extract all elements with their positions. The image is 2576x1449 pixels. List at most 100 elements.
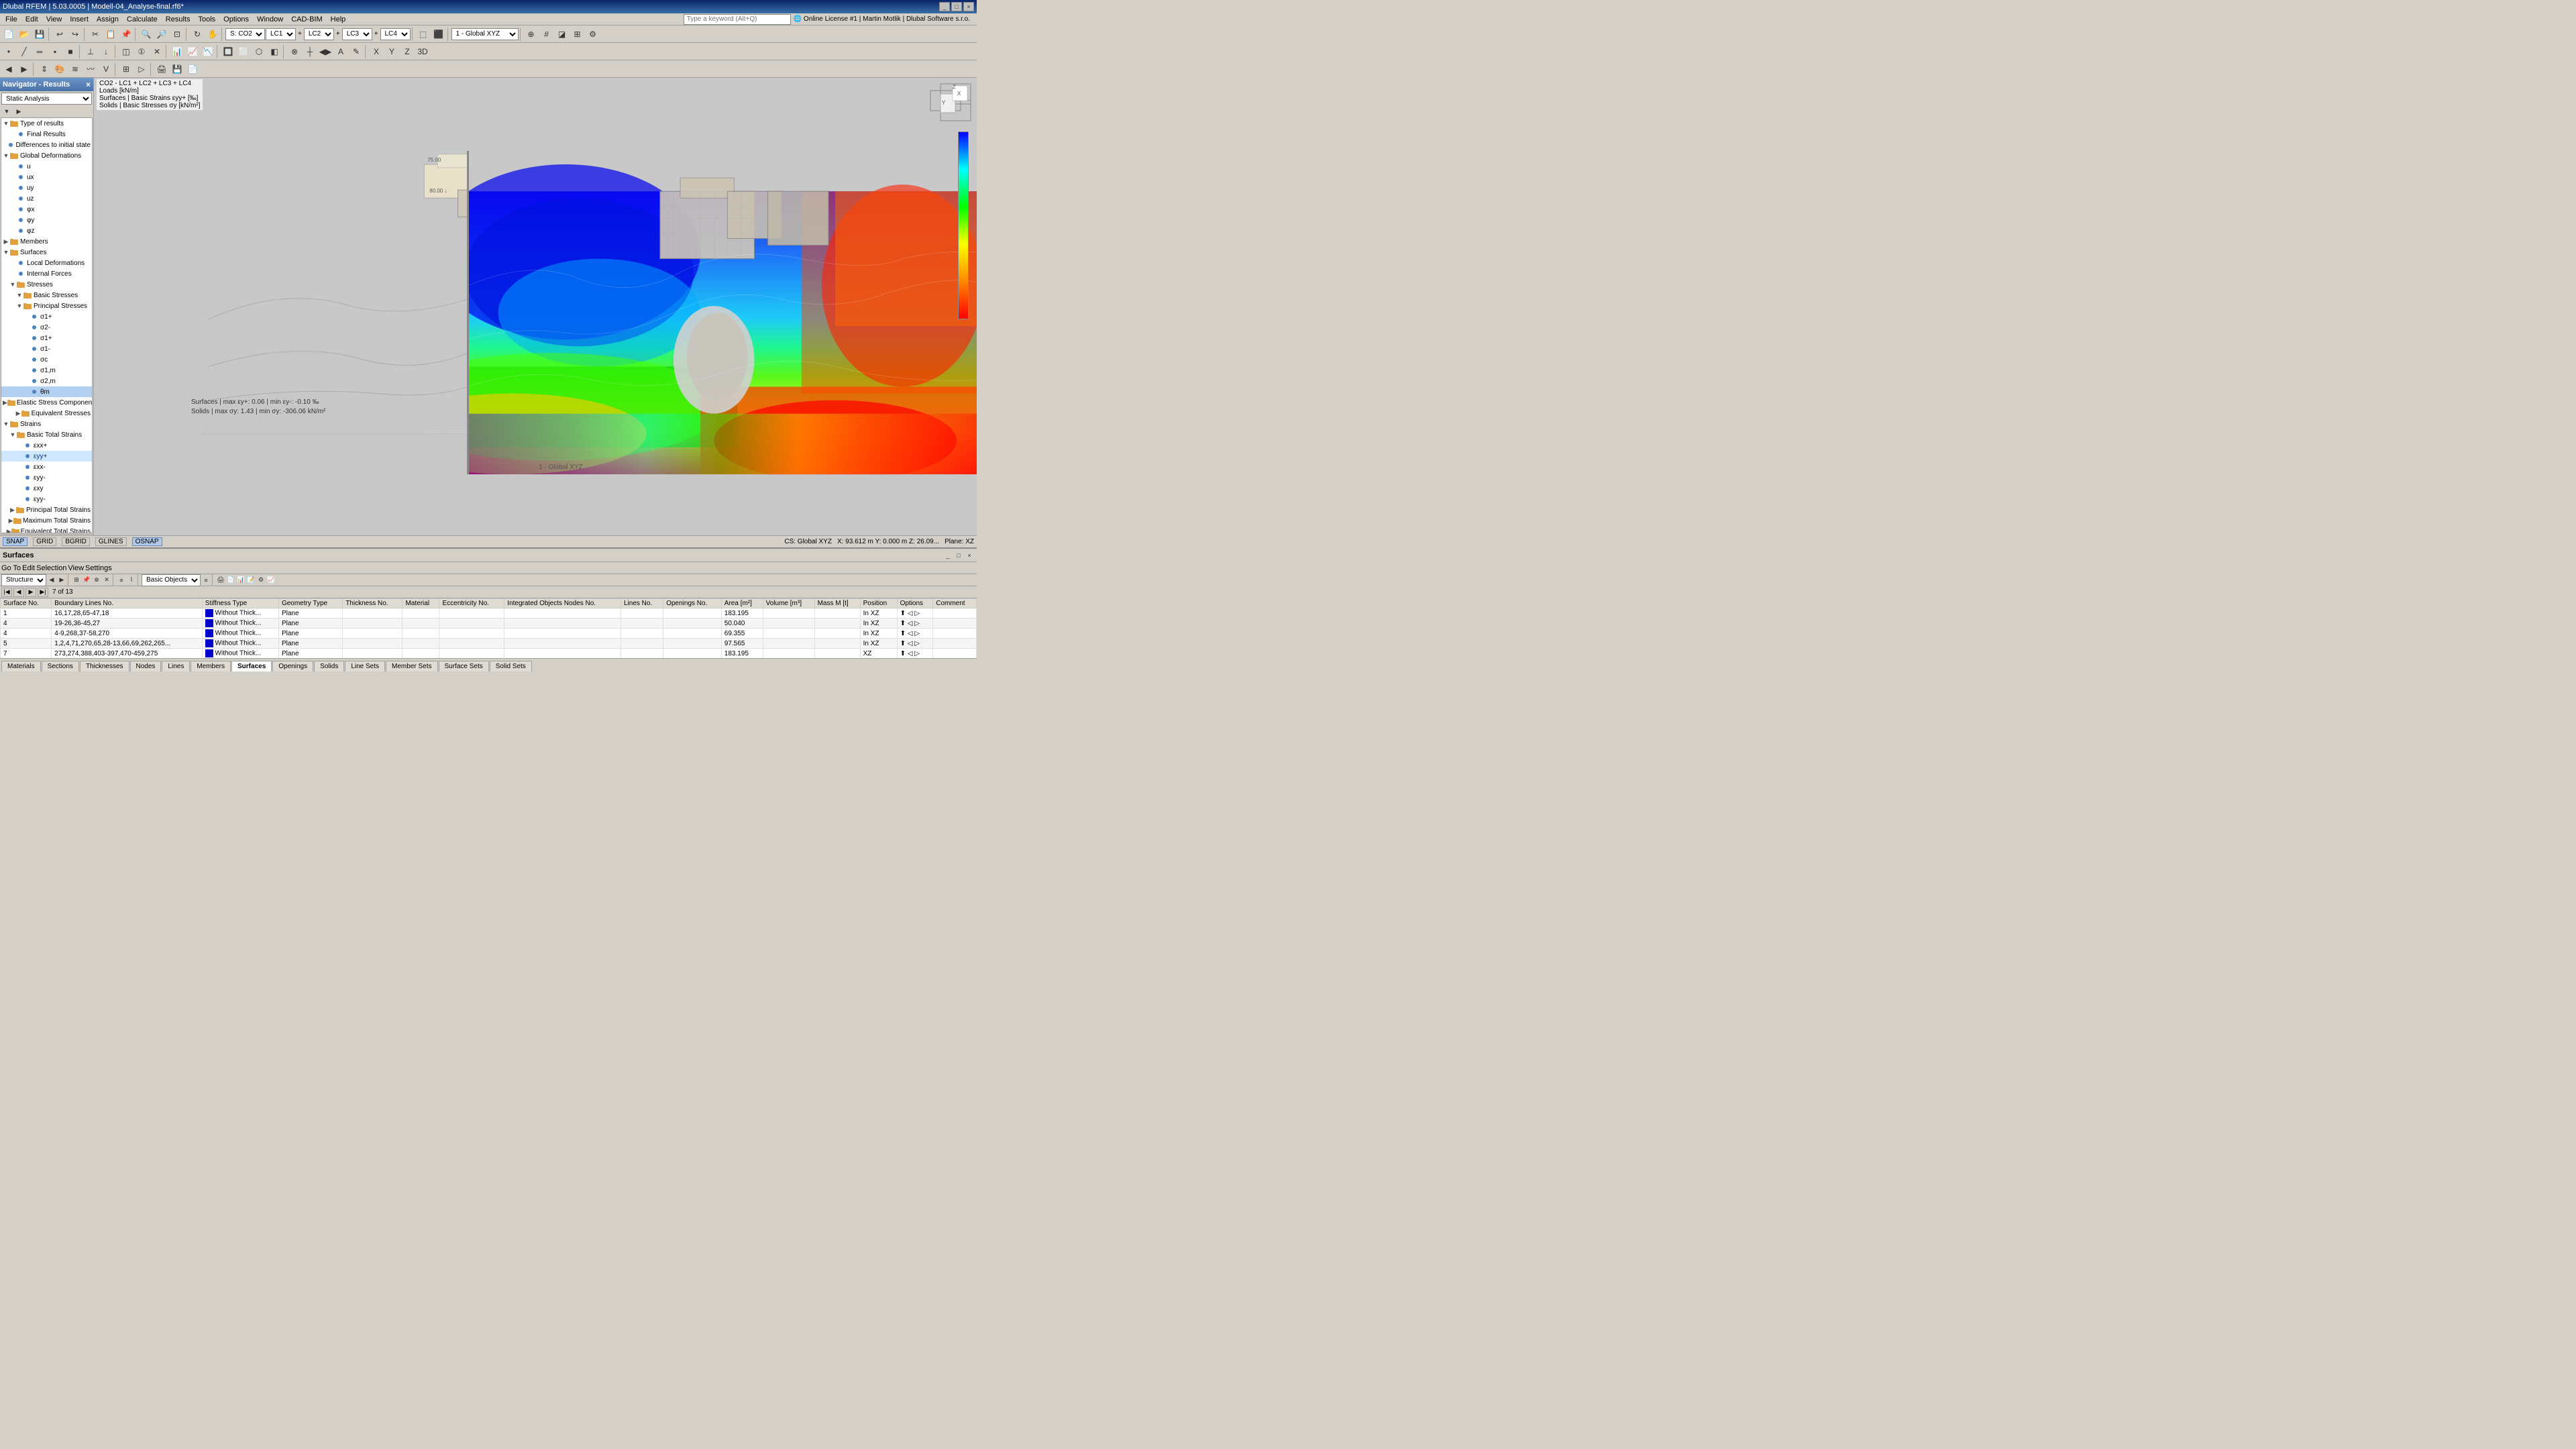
copy-button[interactable]: 📋 bbox=[103, 27, 118, 42]
menu-cadbim[interactable]: CAD-BIM bbox=[287, 15, 326, 24]
y-view[interactable]: Y bbox=[384, 44, 399, 59]
results-table-container[interactable]: Surface No. Boundary Lines No. Stiffness… bbox=[0, 598, 977, 658]
perspective-button[interactable]: ◧ bbox=[267, 44, 282, 59]
view-combo[interactable]: 1 - Global XYZ bbox=[451, 28, 519, 40]
node-button[interactable]: • bbox=[1, 44, 16, 59]
new-button[interactable]: 📄 bbox=[1, 27, 16, 42]
menu-options[interactable]: Options bbox=[219, 15, 253, 24]
z-view[interactable]: Z bbox=[400, 44, 415, 59]
minimize-button[interactable]: _ bbox=[939, 2, 950, 11]
table-row[interactable]: 7273,274,388,403-397,470-459,275 Without… bbox=[1, 649, 977, 659]
result-color-button[interactable]: 🎨 bbox=[52, 62, 67, 76]
tree-node-3[interactable]: ▼Global Deformations bbox=[1, 150, 92, 161]
ortho-button[interactable]: ┼ bbox=[303, 44, 317, 59]
tree-node-7[interactable]: uz bbox=[1, 193, 92, 204]
nav-close-button[interactable]: × bbox=[86, 80, 91, 89]
results-maximize-button[interactable]: □ bbox=[954, 551, 963, 560]
goto-menu[interactable]: Go To bbox=[1, 564, 21, 572]
support-button[interactable]: ⊥ bbox=[83, 44, 98, 59]
rt-settings2-button[interactable]: ⚙ bbox=[256, 576, 266, 585]
render-button[interactable]: ◪ bbox=[555, 27, 570, 42]
renumber-button[interactable]: ① bbox=[134, 44, 149, 59]
tree-node-10[interactable]: φz bbox=[1, 225, 92, 236]
snap2-button[interactable]: ⊗ bbox=[287, 44, 302, 59]
report-button[interactable]: 📄 bbox=[185, 62, 200, 76]
tab-sections[interactable]: Sections bbox=[42, 661, 79, 672]
tree-node-27[interactable]: ▶Equivalent Stresses bbox=[1, 408, 92, 419]
snap-button[interactable]: ⊕ bbox=[524, 27, 539, 42]
settings-button[interactable]: ⚙ bbox=[586, 27, 600, 42]
rt-pin-button[interactable]: 📌 bbox=[82, 576, 91, 585]
grid-button[interactable]: # bbox=[539, 27, 554, 42]
tree-node-28[interactable]: ▼Strains bbox=[1, 419, 92, 429]
tree-node-34[interactable]: εxy bbox=[1, 483, 92, 494]
tab-solids[interactable]: Solids bbox=[314, 661, 344, 672]
print-button[interactable]: 🖨 bbox=[154, 62, 169, 76]
line-button[interactable]: ╱ bbox=[17, 44, 32, 59]
member-button[interactable]: ═ bbox=[32, 44, 47, 59]
search-input[interactable] bbox=[684, 14, 791, 25]
glines-button[interactable]: GLINES bbox=[95, 537, 127, 546]
rt-prev-button[interactable]: ◀ bbox=[47, 576, 56, 585]
display-button[interactable]: ⊞ bbox=[570, 27, 585, 42]
tree-node-5[interactable]: ux bbox=[1, 172, 92, 182]
tree-expand-16[interactable]: ▼ bbox=[16, 292, 23, 299]
free-view[interactable]: 3D bbox=[415, 44, 430, 59]
menu-insert[interactable]: Insert bbox=[66, 15, 93, 24]
menu-help[interactable]: Help bbox=[327, 15, 350, 24]
bgrid-button[interactable]: BGRID bbox=[62, 537, 90, 546]
rt-cross-button[interactable]: ✕ bbox=[102, 576, 111, 585]
tree-node-31[interactable]: εyy+ bbox=[1, 451, 92, 462]
tree-node-22[interactable]: σc bbox=[1, 354, 92, 365]
result1-button[interactable]: 📊 bbox=[170, 44, 184, 59]
tab-line-sets[interactable]: Line Sets bbox=[345, 661, 385, 672]
maximize-button[interactable]: □ bbox=[951, 2, 962, 11]
tree-node-36[interactable]: ▶Principal Total Strains bbox=[1, 504, 92, 515]
tree-expand-11[interactable]: ▶ bbox=[3, 238, 9, 246]
tree-node-37[interactable]: ▶Maximum Total Strains bbox=[1, 515, 92, 526]
tree-node-35[interactable]: εyy- bbox=[1, 494, 92, 504]
open-button[interactable]: 📂 bbox=[17, 27, 32, 42]
tree-node-19[interactable]: σ2- bbox=[1, 322, 92, 333]
rt-obj-filter-button[interactable]: ≡ bbox=[201, 576, 211, 585]
select-button[interactable]: ⬚ bbox=[416, 27, 431, 42]
label-button[interactable]: A bbox=[333, 44, 348, 59]
tree-node-9[interactable]: φy bbox=[1, 215, 92, 225]
rt-style-button[interactable]: ⌇ bbox=[127, 576, 136, 585]
tab-member-sets[interactable]: Member Sets bbox=[386, 661, 437, 672]
menu-assign[interactable]: Assign bbox=[93, 15, 123, 24]
rt-format-button[interactable]: ≡ bbox=[117, 576, 126, 585]
tree-node-26[interactable]: ▶Elastic Stress Components bbox=[1, 397, 92, 408]
result-scale-button[interactable]: ⇕ bbox=[37, 62, 52, 76]
result-next-button[interactable]: ▶ bbox=[17, 62, 32, 76]
tree-node-4[interactable]: u bbox=[1, 161, 92, 172]
tree-expand-3[interactable]: ▼ bbox=[3, 152, 9, 159]
wire-button[interactable]: ⬡ bbox=[252, 44, 266, 59]
nav-collapse-button[interactable]: ▶ bbox=[13, 107, 24, 116]
osnap-button[interactable]: OSNAP bbox=[132, 537, 162, 546]
result-contour-button[interactable]: ≋ bbox=[68, 62, 83, 76]
basic-objects-combo[interactable]: Basic Objects bbox=[142, 574, 201, 586]
selection-menu[interactable]: Selection bbox=[36, 564, 66, 572]
tree-expand-37[interactable]: ▶ bbox=[8, 517, 13, 525]
rt-result-button[interactable]: ⊕ bbox=[92, 576, 101, 585]
lc3-combo[interactable]: LC3 bbox=[342, 28, 372, 40]
rt-excel-button[interactable]: 📊 bbox=[236, 576, 246, 585]
tree-expand-28[interactable]: ▼ bbox=[3, 421, 9, 427]
menu-file[interactable]: File bbox=[1, 15, 21, 24]
menu-results[interactable]: Results bbox=[162, 15, 195, 24]
main-viewport[interactable]: CO2 - LC1 + LC2 + LC3 + LC4 Loads [kN/m]… bbox=[94, 78, 977, 547]
tree-node-18[interactable]: σ1+ bbox=[1, 311, 92, 322]
tree-expand-36[interactable]: ▶ bbox=[9, 506, 16, 514]
close-button[interactable]: × bbox=[963, 2, 974, 11]
select2-button[interactable]: ◫ bbox=[119, 44, 133, 59]
zoom-out-button[interactable]: 🔎 bbox=[154, 27, 169, 42]
menu-window[interactable]: Window bbox=[253, 15, 287, 24]
tree-expand-38[interactable]: ▶ bbox=[7, 528, 11, 534]
rt-next-button[interactable]: ▶ bbox=[57, 576, 66, 585]
solid-button[interactable]: ■ bbox=[63, 44, 78, 59]
tab-materials[interactable]: Materials bbox=[1, 661, 41, 672]
cut-button[interactable]: ✂ bbox=[88, 27, 103, 42]
menu-edit[interactable]: Edit bbox=[21, 15, 42, 24]
tree-expand-26[interactable]: ▶ bbox=[3, 399, 7, 407]
